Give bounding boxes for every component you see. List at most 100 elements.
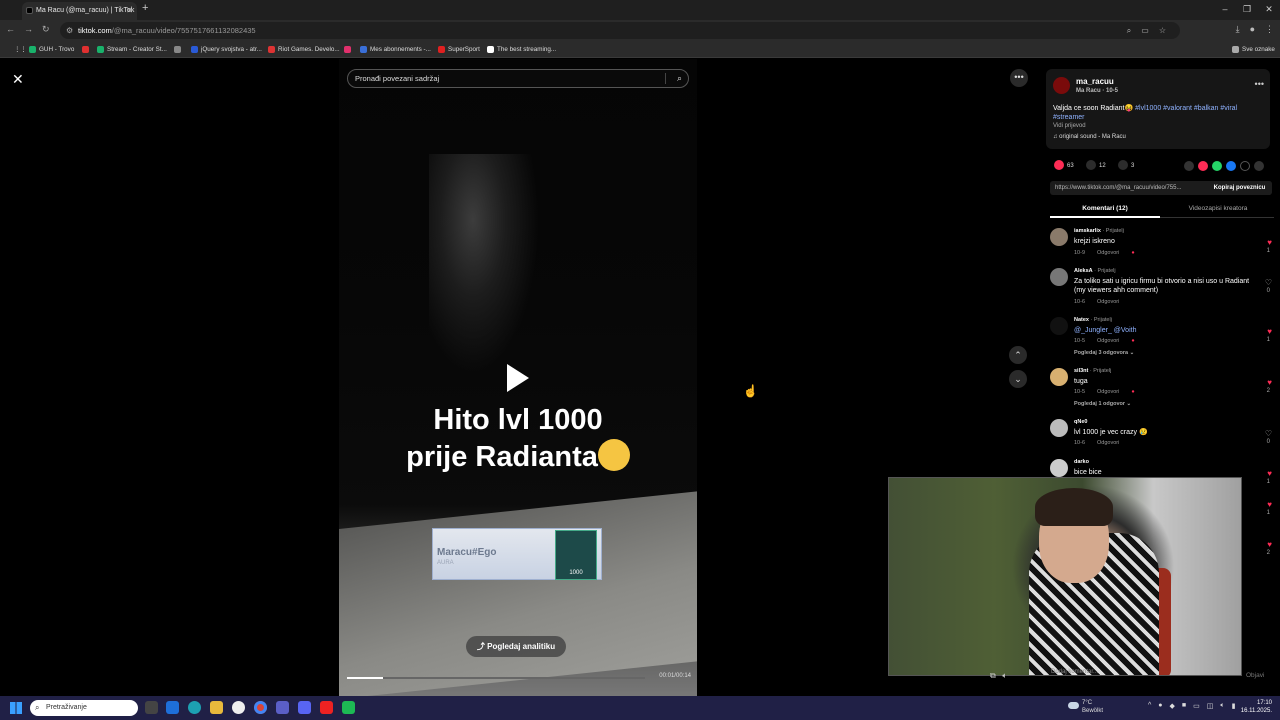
battery-icon[interactable]: ▮ [1232, 702, 1236, 710]
maximize-button[interactable]: ❐ [1236, 0, 1258, 20]
view-replies-button[interactable]: Pogledaj 3 odgovora ⌄ [1074, 350, 1134, 356]
share-link-url[interactable]: https://www.tiktok.com/@ma_racuu/video/7… [1055, 185, 1181, 191]
play-icon[interactable] [507, 364, 529, 392]
comment-user[interactable]: sil3nt · Prijatelj [1074, 368, 1111, 374]
tray-app-icon[interactable]: ● [1158, 702, 1162, 710]
comment-user[interactable]: iamskarlix · Prijatelj [1074, 228, 1124, 234]
facebook-icon[interactable] [1226, 161, 1236, 171]
comment-user[interactable]: AleksA · Prijatelj [1074, 268, 1116, 274]
address-bar[interactable]: ⚙ tiktok.com/@ma_racuu/video/75575176611… [60, 22, 1180, 39]
bookmark-item[interactable]: GUH - Trovo [29, 44, 74, 55]
x-icon[interactable] [1240, 161, 1250, 171]
all-bookmarks[interactable]: Sve oznake [1232, 44, 1275, 55]
save-button[interactable]: 3 [1118, 160, 1134, 172]
network-icon[interactable]: ◫ [1207, 702, 1214, 710]
avatar[interactable] [1050, 268, 1068, 286]
cast-icon[interactable]: ▭ [1141, 22, 1149, 39]
close-icon[interactable]: ✕ [12, 71, 24, 88]
avatar[interactable] [1053, 77, 1070, 94]
browser-tab[interactable]: Ma Racu (@ma_racuu) | TikTok ✕ [22, 2, 137, 20]
app-red-icon[interactable] [320, 701, 333, 714]
pip-icon[interactable]: ⧉ [990, 671, 996, 680]
close-tab-icon[interactable]: ✕ [126, 2, 133, 20]
heart-outline-icon[interactable]: ♡ [1265, 429, 1272, 438]
search-icon[interactable]: ⌕ [677, 70, 682, 87]
post-more-icon[interactable]: ••• [1255, 79, 1264, 89]
tab-creator-videos[interactable]: Videozapisi kreatora [1162, 202, 1274, 216]
site-info-icon[interactable]: ⚙ [66, 22, 73, 39]
repost-icon[interactable] [1198, 161, 1208, 171]
task-view-icon[interactable] [145, 701, 158, 714]
profile-icon[interactable]: ● [1250, 24, 1255, 35]
discord-icon[interactable] [298, 701, 311, 714]
view-analytics-button[interactable]: ⤴ Pogledaj analitiku [466, 636, 566, 657]
heart-icon[interactable]: ♥ [1267, 469, 1272, 478]
more-options-icon[interactable]: ••• [1010, 69, 1028, 87]
reply-button[interactable]: Odgovori [1097, 299, 1119, 305]
tray-app-icon[interactable]: ■ [1182, 702, 1186, 710]
edge-icon[interactable] [188, 701, 201, 714]
tray-app-icon[interactable]: ◆ [1170, 702, 1175, 710]
avatar[interactable] [1050, 368, 1068, 386]
comment-text[interactable]: @_Jungler_ @Voith [1074, 326, 1254, 335]
spotify-icon[interactable] [342, 701, 355, 714]
reply-button[interactable]: Odgovori [1097, 389, 1119, 395]
app-icon[interactable] [232, 701, 245, 714]
bookmark-item[interactable]: SuperSport [438, 44, 480, 55]
windows-start-icon[interactable] [10, 702, 22, 714]
copy-link-button[interactable]: Kopiraj poveznicu [1207, 181, 1272, 195]
chrome-icon[interactable] [254, 701, 267, 714]
bookmark-item[interactable]: jQuery svojstva - atr... [191, 44, 262, 55]
new-tab-button[interactable]: + [142, 2, 148, 14]
comment-user[interactable]: qNe0 [1074, 419, 1087, 425]
back-icon[interactable]: ← [6, 24, 15, 35]
heart-icon[interactable]: ♥ [1267, 327, 1272, 336]
previous-video-icon[interactable]: ⌃ [1009, 346, 1027, 364]
sound-link[interactable]: ♫ original sound - Ma Racu [1053, 134, 1126, 140]
bookmark-item[interactable]: Mes abonnements -... [360, 44, 431, 55]
volume-icon[interactable]: 🔈︎ [1002, 671, 1007, 680]
outlook-icon[interactable] [166, 701, 179, 714]
author-name[interactable]: ma_racuu [1076, 77, 1114, 86]
comment-input[interactable]: Dodaj komentar... [1051, 669, 1098, 675]
heart-icon[interactable]: ♥ [1267, 378, 1272, 387]
taskbar-search[interactable]: ⌕ Pretraživanje [30, 700, 138, 716]
menu-icon[interactable]: ⋮ [1265, 24, 1274, 35]
bookmark-item[interactable]: Stream - Creator St... [97, 44, 167, 55]
avatar[interactable] [1050, 317, 1068, 335]
display-icon[interactable]: ▭ [1193, 702, 1200, 710]
download-icon[interactable]: ⤓ [1236, 24, 1240, 35]
video-player[interactable]: Pronađi povezani sadržaj ⌕ Hito lvl 1000… [339, 59, 697, 696]
bookmark-item[interactable]: The best streaming... [487, 44, 556, 55]
reply-button[interactable]: Odgovori [1097, 440, 1119, 446]
comment-user[interactable]: Natex · Prijatelj [1074, 317, 1112, 323]
heart-icon[interactable]: ♥ [1267, 500, 1272, 509]
comment-user[interactable]: darko [1074, 459, 1089, 465]
zoom-icon[interactable]: ⌕ [1127, 22, 1131, 39]
forward-icon[interactable]: → [24, 24, 33, 35]
apps-icon[interactable]: ⋮⋮ [4, 44, 27, 55]
bookmark-item[interactable]: Riot Games. Develo... [268, 44, 340, 55]
bookmark-star-icon[interactable]: ☆ [1159, 22, 1166, 39]
speaker-icon[interactable]: 🔈︎ [1220, 702, 1224, 710]
heart-icon[interactable]: ♥ [1267, 238, 1272, 247]
file-explorer-icon[interactable] [210, 701, 223, 714]
teams-icon[interactable] [276, 701, 289, 714]
heart-icon[interactable]: ♥ [1267, 540, 1272, 549]
whatsapp-icon[interactable] [1212, 161, 1222, 171]
tab-comments[interactable]: Komentari (12) [1050, 202, 1160, 218]
close-window-button[interactable]: ✕ [1258, 0, 1280, 20]
related-search-input[interactable]: Pronađi povezani sadržaj ⌕ [347, 69, 689, 88]
clock[interactable]: 17:10 16.11.2025. [1241, 699, 1272, 715]
avatar[interactable] [1050, 419, 1068, 437]
next-video-icon[interactable]: ⌄ [1009, 370, 1027, 388]
reload-icon[interactable]: ↻ [42, 24, 50, 35]
reply-button[interactable]: Odgovori [1097, 250, 1119, 256]
embed-icon[interactable] [1184, 161, 1194, 171]
like-button[interactable]: 63 [1054, 160, 1074, 172]
share-icon[interactable] [1254, 161, 1264, 171]
video-progress-bar[interactable] [347, 677, 645, 679]
minimize-button[interactable]: – [1214, 0, 1236, 20]
post-comment-button[interactable]: Objavi [1246, 672, 1264, 679]
weather-widget[interactable]: 7°C Bewölkt [1068, 699, 1103, 715]
